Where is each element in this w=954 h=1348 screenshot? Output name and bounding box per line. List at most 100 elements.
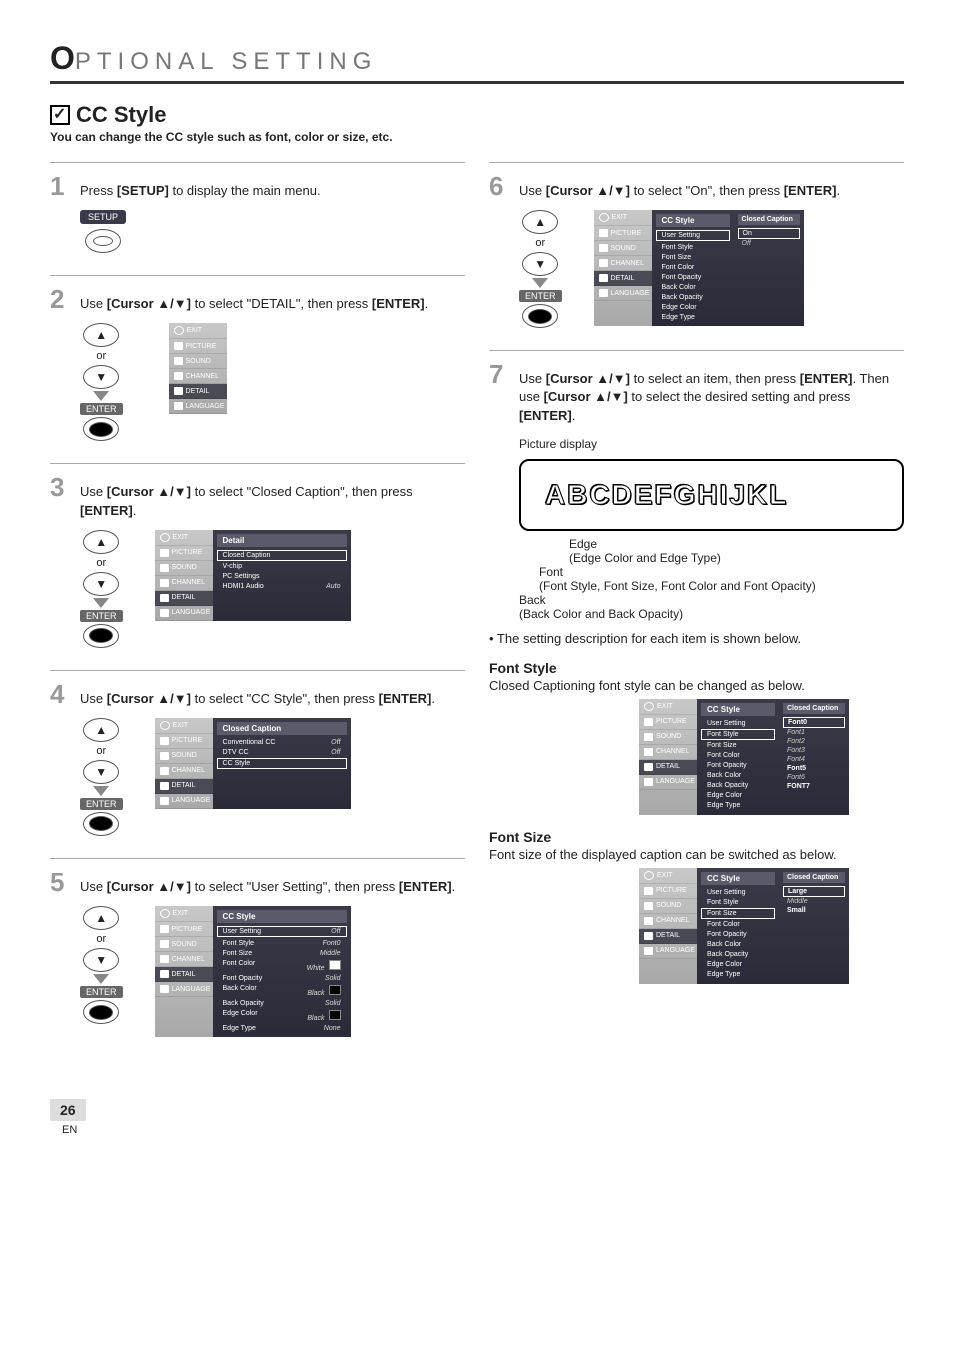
osd-header: CC Style — [656, 214, 730, 227]
step-num: 3 — [50, 474, 72, 500]
page-lang: EN — [62, 1124, 77, 1136]
or-label: or — [96, 933, 106, 945]
step-num: 2 — [50, 286, 72, 312]
fontsize-head: Font Size — [489, 829, 904, 845]
arrow-down-icon — [532, 278, 548, 288]
header-initial: O — [50, 40, 75, 76]
up-button-icon: ▲ — [83, 718, 119, 742]
right-column: 6 Use [Cursor ▲/▼] to select "On", then … — [489, 162, 904, 1059]
edge-label: Edge — [569, 537, 904, 551]
down-button-icon: ▼ — [522, 252, 558, 276]
enter-label: ENTER — [519, 290, 562, 302]
sample-letters: ABCDEFGHIJKL — [545, 479, 892, 511]
step-7: 7 Use [Cursor ▲/▼] to select an item, th… — [489, 350, 904, 984]
step-text: Use [Cursor ▲/▼] to select "CC Style", t… — [80, 690, 435, 708]
font-desc: (Font Style, Font Size, Font Color and F… — [539, 579, 904, 593]
picture-display-label: Picture display — [519, 437, 904, 451]
left-column: 1 Press [SETUP] to display the main menu… — [50, 162, 465, 1059]
down-button-icon: ▼ — [83, 760, 119, 784]
checkbox-icon — [50, 105, 70, 125]
step-3: 3 Use [Cursor ▲/▼] to select "Closed Cap… — [50, 463, 465, 647]
page-header: OPTIONAL SETTING — [50, 40, 904, 84]
enter-button-icon — [83, 624, 119, 648]
picture-display-diagram: ABCDEFGHIJKL — [519, 459, 904, 531]
setup-button-graphic: SETUP — [80, 210, 126, 253]
step-num: 6 — [489, 173, 511, 199]
down-button-icon: ▼ — [83, 572, 119, 596]
font-label: Font — [539, 565, 904, 579]
step-text: Use [Cursor ▲/▼] to select "DETAIL", the… — [80, 295, 428, 313]
arrow-down-icon — [93, 598, 109, 608]
step-num: 7 — [489, 361, 511, 387]
step-4: 4 Use [Cursor ▲/▼] to select "CC Style",… — [50, 670, 465, 836]
osd-picture: PICTURE — [169, 339, 227, 354]
fontsize-desc: Font size of the displayed caption can b… — [489, 847, 904, 862]
enter-label: ENTER — [80, 403, 123, 415]
up-button-icon: ▲ — [522, 210, 558, 234]
fontstyle-head: Font Style — [489, 660, 904, 676]
down-button-icon: ▼ — [83, 948, 119, 972]
step-text: Press [SETUP] to display the main menu. — [80, 182, 321, 200]
section-subtitle: You can change the CC style such as font… — [50, 130, 904, 144]
edge-desc: (Edge Color and Edge Type) — [569, 551, 904, 565]
header-text: PTIONAL SETTING — [75, 48, 377, 75]
enter-label: ENTER — [80, 610, 123, 622]
osd-exit: EXIT — [169, 323, 227, 339]
enter-label: ENTER — [80, 986, 123, 998]
step-text: Use [Cursor ▲/▼] to select "On", then pr… — [519, 182, 840, 200]
step-text: Use [Cursor ▲/▼] to select an item, then… — [519, 370, 904, 425]
osd-ccstyle-on: EXIT PICTURE SOUND CHANNEL DETAIL LANGUA… — [594, 210, 804, 326]
page-footer: 26 EN — [50, 1099, 904, 1136]
up-button-icon: ▲ — [83, 323, 119, 347]
osd-ccstyle-menu: EXIT PICTURE SOUND CHANNEL DETAIL LANGUA… — [155, 906, 351, 1037]
or-label: or — [96, 557, 106, 569]
or-label: or — [535, 237, 545, 249]
setup-button-icon — [85, 229, 121, 253]
osd-fontstyle: EXIT PICTURE SOUND CHANNEL DETAIL LANGUA… — [639, 699, 849, 815]
osd-header: Detail — [217, 534, 347, 547]
arrow-down-icon — [93, 786, 109, 796]
up-button-icon: ▲ — [83, 530, 119, 554]
osd-sidebar-only: EXIT PICTURE SOUND CHANNEL DETAIL LANGUA… — [169, 323, 227, 414]
title-text: CC Style — [76, 102, 166, 128]
cursor-remote-graphic: ▲ or ▼ ENTER — [519, 210, 562, 328]
osd-fontsize: EXIT PICTURE SOUND CHANNEL DETAIL LANGUA… — [639, 868, 849, 984]
arrow-down-icon — [93, 974, 109, 984]
cursor-remote-graphic: ▲ or ▼ ENTER — [80, 530, 123, 648]
step-5: 5 Use [Cursor ▲/▼] to select "User Setti… — [50, 858, 465, 1037]
osd-sound: SOUND — [169, 354, 227, 369]
step-text: Use [Cursor ▲/▼] to select "User Setting… — [80, 878, 455, 896]
osd-channel: CHANNEL — [169, 369, 227, 384]
up-button-icon: ▲ — [83, 906, 119, 930]
bullet-note: • The setting description for each item … — [489, 631, 904, 646]
step-num: 5 — [50, 869, 72, 895]
step-num: 1 — [50, 173, 72, 199]
osd-header: CC Style — [217, 910, 347, 923]
osd-detail: DETAIL — [169, 384, 227, 399]
arrow-down-icon — [93, 391, 109, 401]
cursor-remote-graphic: ▲ or ▼ ENTER — [80, 906, 123, 1024]
osd-language: LANGUAGE — [169, 399, 227, 414]
enter-button-icon — [83, 1000, 119, 1024]
setup-label: SETUP — [80, 210, 126, 224]
section-title: CC Style — [50, 102, 904, 128]
cursor-remote-graphic: ▲ or ▼ ENTER — [80, 323, 123, 441]
page-number: 26 — [50, 1099, 86, 1121]
back-desc: (Back Color and Back Opacity) — [519, 607, 904, 621]
osd-header: Closed Caption — [217, 722, 347, 735]
osd-header-right: Closed Caption — [738, 214, 800, 225]
step-2: 2 Use [Cursor ▲/▼] to select "DETAIL", t… — [50, 275, 465, 441]
or-label: or — [96, 350, 106, 362]
or-label: or — [96, 745, 106, 757]
osd-right-opt: Off — [738, 239, 800, 248]
fontstyle-desc: Closed Captioning font style can be chan… — [489, 678, 904, 693]
enter-label: ENTER — [80, 798, 123, 810]
enter-button-icon — [83, 812, 119, 836]
osd-closed-caption-menu: EXIT PICTURE SOUND CHANNEL DETAIL LANGUA… — [155, 718, 351, 809]
down-button-icon: ▼ — [83, 365, 119, 389]
osd-right-opt: On — [738, 228, 800, 239]
enter-button-icon — [522, 304, 558, 328]
step-text: Use [Cursor ▲/▼] to select "Closed Capti… — [80, 483, 465, 519]
step-num: 4 — [50, 681, 72, 707]
enter-button-icon — [83, 417, 119, 441]
